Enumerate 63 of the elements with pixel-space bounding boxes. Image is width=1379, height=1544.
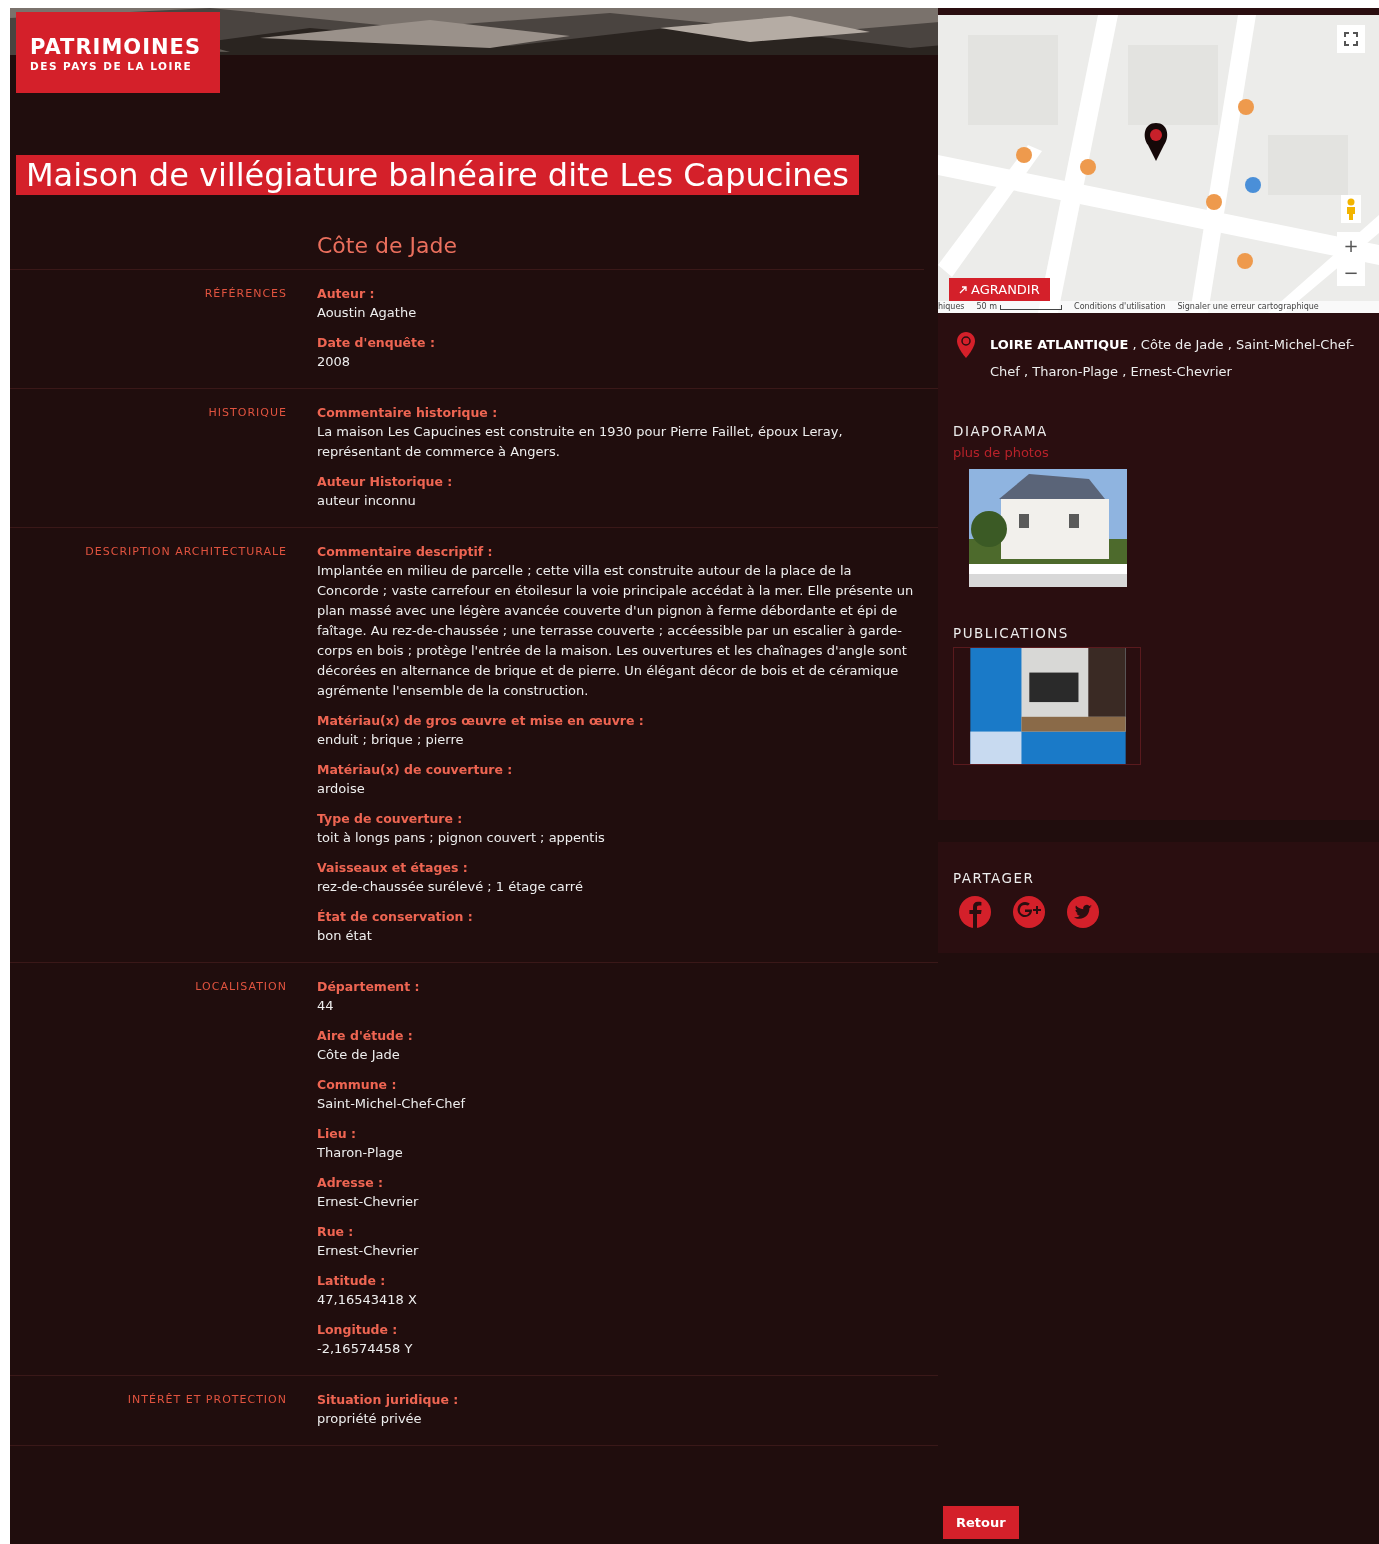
field-label: Longitude : <box>317 1321 399 1339</box>
field-value: Implantée en milieu de parcelle ; cette villa est construite autour de la place de la Concorde ; vaste carrefour en étoilesur la voie principale accédat à la mer. Elle présente un plan massé avec une légère avancée couverte d'un pignon à ferme débordante et épi de faîtage. Au rez-de-chaussée ; une terrasse couverte ; accéessible par un escalier à garde-corps en bois ; protège l'entrée de la maison. Les ouvertures et les chaînages d'angle sont décorées en alternance de brique et de pierre. Un élégant décor de bois et de céramique agrémente l'ensemble de la construction. <box>317 562 914 700</box>
field-label: État de conservation : <box>317 908 474 926</box>
section-heading: DIAPORAMA <box>953 423 1049 439</box>
expand-icon <box>959 285 967 294</box>
field-label: Commune : <box>317 1076 398 1094</box>
attribution-link[interactable]: Signaler une erreur cartographique <box>1177 302 1319 312</box>
field-label: Situation juridique : <box>317 1391 460 1409</box>
field-value: toit à longs pans ; pignon couvert ; appentis <box>317 829 606 847</box>
section-label: DESCRIPTION ARCHITECTURALE <box>84 544 287 560</box>
section-label: RÉFÉRENCES <box>203 286 287 302</box>
google-plus-icon[interactable] <box>1013 896 1045 928</box>
expand-button[interactable]: AGRANDIR <box>949 278 1050 301</box>
attribution-link[interactable]: hiques <box>938 302 965 312</box>
field-value: Saint-Michel-Chef-Chef <box>317 1095 467 1113</box>
field-label: Date d'enquête : <box>317 334 436 352</box>
field-value: 44 <box>317 997 335 1015</box>
page-title: Maison de villégiature balnéaire dite Les Capucines <box>16 155 859 195</box>
field-value: Tharon-Plage <box>317 1144 404 1162</box>
section-label: LOCALISATION <box>194 979 287 995</box>
field-label: Auteur Historique : <box>317 473 454 491</box>
publication-cover[interactable] <box>953 647 1141 765</box>
field-value: bon état <box>317 927 373 945</box>
page-subtitle: Côte de Jade <box>317 232 458 260</box>
field-label: Commentaire descriptif : <box>317 543 494 561</box>
field-value: La maison Les Capucines est construite en 1930 pour Pierre Faillet, époux Leray, représentant de commerce à Angers. <box>317 423 844 461</box>
field-label: Lieu : <box>317 1125 357 1143</box>
field-value: Ernest-Chevrier <box>317 1242 420 1260</box>
field-label: Département : <box>317 978 421 996</box>
field-label: Matériau(x) de gros œuvre et mise en œuvre : <box>317 712 645 730</box>
field-label: Auteur : <box>317 285 376 303</box>
section-label: INTÉRÊT ET PROTECTION <box>126 1392 287 1408</box>
field-value: Aoustin Agathe <box>317 304 418 322</box>
section-heading: PUBLICATIONS <box>953 625 1070 641</box>
field-label: Adresse : <box>317 1174 384 1192</box>
field-label: Vaisseaux et étages : <box>317 859 469 877</box>
attribution-link[interactable]: Conditions d'utilisation <box>1074 302 1166 312</box>
field-value: 2008 <box>317 353 352 371</box>
location-text: LOIRE ATLANTIQUE , Côte de Jade , Saint-Michel-Chef-Chef , Tharon-Plage , Ernest-Chevrier <box>990 336 1356 381</box>
field-label: Latitude : <box>317 1272 387 1290</box>
field-value: auteur inconnu <box>317 492 417 510</box>
field-value: ardoise <box>317 780 366 798</box>
twitter-icon[interactable] <box>1067 896 1099 928</box>
facebook-icon[interactable] <box>959 896 991 928</box>
field-value: rez-de-chaussée surélevé ; 1 étage carré <box>317 878 584 896</box>
field-value: Ernest-Chevrier <box>317 1193 420 1211</box>
field-label: Commentaire historique : <box>317 404 499 422</box>
section-label: HISTORIQUE <box>207 405 287 421</box>
section-heading: PARTAGER <box>953 870 1036 886</box>
field-label: Rue : <box>317 1223 355 1241</box>
field-value: Côte de Jade <box>317 1046 401 1064</box>
location-pin-icon <box>956 331 976 359</box>
field-value: 47,16543418 X <box>317 1291 418 1309</box>
back-button[interactable]: Retour <box>943 1506 1019 1539</box>
map-scale: 50 m <box>976 302 1063 312</box>
field-label: Matériau(x) de couverture : <box>317 761 514 779</box>
field-value: -2,16574458 Y <box>317 1340 414 1358</box>
field-label: Type de couverture : <box>317 810 464 828</box>
field-value: propriété privée <box>317 1410 423 1428</box>
logo-subtitle: DES PAYS DE LA LOIRE <box>30 59 194 72</box>
pegman-icon[interactable] <box>1341 195 1361 223</box>
field-value: enduit ; brique ; pierre <box>317 731 465 749</box>
field-label: Aire d'étude : <box>317 1027 414 1045</box>
